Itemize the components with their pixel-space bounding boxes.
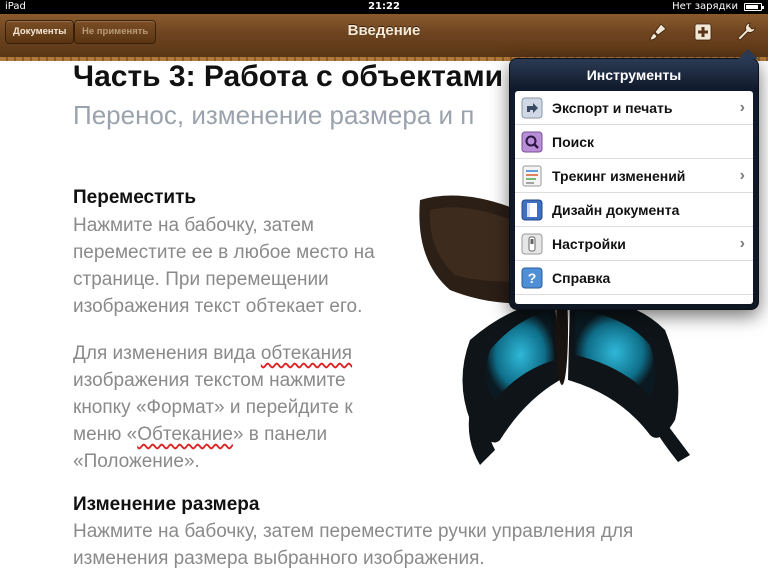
- menu-item-document-design[interactable]: Дизайн документа: [515, 193, 753, 227]
- menu-item-label: Трекинг изменений: [552, 167, 686, 184]
- chevron-right-icon: ›: [739, 99, 745, 116]
- section-heading-move: Переместить: [73, 187, 197, 208]
- menu-item-settings[interactable]: Настройки ›: [515, 227, 753, 261]
- menu-item-label: Дизайн документа: [552, 201, 680, 218]
- search-icon: [521, 131, 543, 153]
- settings-icon: [521, 233, 543, 255]
- wrench-icon[interactable]: [735, 21, 757, 43]
- status-bar: iPad 21:22 Нет зарядки: [0, 0, 768, 14]
- share-icon: [521, 97, 543, 119]
- menu-item-export-print[interactable]: Экспорт и печать ›: [515, 91, 753, 125]
- document-design-icon: [521, 199, 543, 221]
- menu-item-label: Настройки: [552, 235, 626, 252]
- chevron-right-icon: ›: [739, 167, 745, 184]
- paragraph-resize-1: Нажмите на бабочку, затем переместите ру…: [73, 521, 634, 569]
- plus-icon[interactable]: [692, 21, 714, 43]
- popover-title: Инструменты: [586, 67, 682, 83]
- tools-popover: Инструменты Экспорт и печать › Поиск Тре…: [509, 49, 759, 310]
- menu-item-track-changes[interactable]: Трекинг изменений ›: [515, 159, 753, 193]
- toolbar: Документы Не применять Введение: [0, 14, 768, 61]
- paragraph-move-2: Для изменения вида обтекания изображения…: [73, 343, 353, 472]
- tools-menu: Экспорт и печать › Поиск Трекинг изменен…: [515, 91, 753, 304]
- track-changes-icon: [521, 165, 543, 187]
- chevron-right-icon: ›: [739, 235, 745, 252]
- menu-item-label: Экспорт и печать: [552, 99, 673, 116]
- svg-text:?: ?: [528, 270, 537, 286]
- help-icon: ?: [521, 267, 543, 289]
- menu-item-label: Справка: [552, 269, 611, 286]
- page-title: Часть 3: Работа с объектами: [73, 60, 504, 93]
- page-subtitle: Перенос, изменение размера и п: [73, 100, 475, 130]
- menu-item-label: Поиск: [552, 133, 595, 150]
- menu-item-help[interactable]: ? Справка: [515, 261, 753, 295]
- battery-status: Нет зарядки: [672, 1, 738, 12]
- paragraph-move-1: Нажмите на бабочку, затем переместите ее…: [73, 215, 375, 317]
- battery-icon: [744, 3, 764, 11]
- section-heading-resize: Изменение размера: [73, 494, 260, 515]
- paintbrush-icon[interactable]: [647, 21, 669, 43]
- clock: 21:22: [368, 1, 400, 12]
- menu-item-search[interactable]: Поиск: [515, 125, 753, 159]
